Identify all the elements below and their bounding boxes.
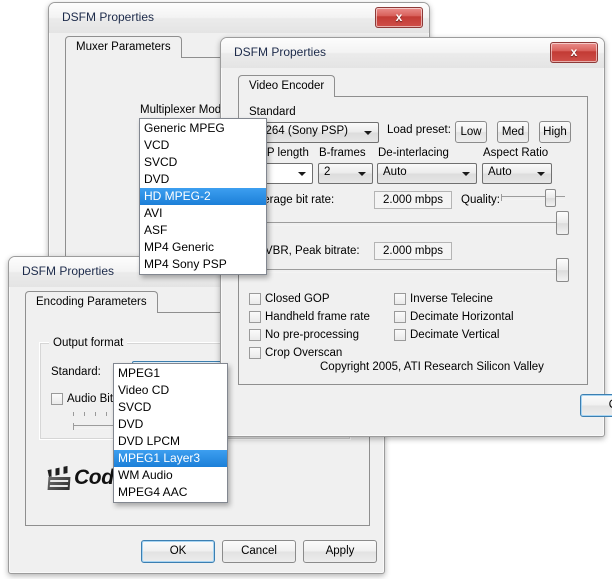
quality-slider-thumb[interactable]	[545, 189, 556, 207]
chevron-down-icon	[537, 172, 545, 176]
standard-option[interactable]: DVD	[114, 416, 227, 433]
multiplexer-mode-option[interactable]: MP4 Generic	[140, 239, 266, 256]
checkbox-decimate-vertical[interactable]: Decimate Vertical	[394, 329, 499, 342]
checkbox-inverse-telecine[interactable]: Inverse Telecine	[394, 293, 493, 306]
checkbox-crop-overscan[interactable]: Crop Overscan	[249, 347, 342, 360]
peak-bitrate-field[interactable]: 2.000 mbps	[374, 242, 452, 260]
quality-slider[interactable]	[501, 189, 565, 207]
peak-bitrate-slider-track	[249, 267, 569, 274]
titlebar-video[interactable]: DSFM Properties x	[221, 38, 604, 68]
standard-label: Standard	[249, 106, 296, 118]
bframes-value: 2	[324, 166, 331, 178]
multiplexer-mode-dropdown-list[interactable]: Generic MPEG VCD SVCD DVD HD MPEG-2 AVI ASF MP4…	[139, 118, 267, 275]
load-preset-label: Load preset:	[387, 124, 451, 136]
standard-option[interactable]: DVD LPCM	[114, 433, 227, 450]
aspect-ratio-combo[interactable]: Auto	[482, 163, 552, 184]
preset-high-button[interactable]: High	[539, 121, 571, 143]
apply-button-encoding[interactable]: Apply	[303, 540, 377, 563]
peak-bitrate-slider-thumb[interactable]	[556, 258, 569, 282]
multiplexer-mode-option[interactable]: HD MPEG-2	[140, 188, 266, 205]
multiplexer-mode-option[interactable]: AVI	[140, 205, 266, 222]
average-bitrate-slider[interactable]	[249, 211, 569, 235]
chevron-down-icon	[358, 172, 366, 176]
close-icon[interactable]: x	[550, 42, 598, 63]
average-bitrate-slider-thumb[interactable]	[556, 211, 569, 235]
multiplexer-mode-option[interactable]: ASF	[140, 222, 266, 239]
tabhost-video: Video Encoder Standard H.264 (Sony PSP) …	[238, 75, 588, 385]
tab-muxer-parameters[interactable]: Muxer Parameters	[65, 36, 182, 58]
peak-bitrate-slider[interactable]	[249, 258, 569, 282]
multiplexer-mode-option[interactable]: MP4 Sony PSP	[140, 256, 266, 273]
tabbody-video: Standard H.264 (Sony PSP) Load preset: L…	[238, 96, 588, 385]
chevron-down-icon	[462, 172, 470, 176]
average-bitrate-field[interactable]: 2.000 mbps	[374, 191, 452, 209]
output-format-title: Output format	[49, 337, 128, 349]
chevron-down-icon	[298, 172, 306, 176]
standard-value: H.264 (Sony PSP)	[254, 125, 348, 137]
ok-button-encoding[interactable]: OK	[141, 540, 215, 563]
preset-low-button[interactable]: Low	[455, 121, 487, 143]
cancel-button-encoding[interactable]: Cancel	[222, 540, 296, 563]
window-title-muxer: DSFM Properties	[62, 10, 155, 24]
tab-video-encoder[interactable]: Video Encoder	[238, 75, 336, 97]
bframes-label: B-frames	[319, 147, 366, 159]
video-copyright: Copyright 2005, ATI Research Silicon Val…	[320, 361, 544, 373]
standard-option[interactable]: MPEG4 AAC	[114, 484, 227, 501]
preset-med-button[interactable]: Med	[497, 121, 529, 143]
window-title-encoding: DSFM Properties	[22, 264, 115, 278]
window-title-video: DSFM Properties	[234, 45, 327, 59]
deinterlacing-label: De-interlacing	[378, 147, 449, 159]
checkbox-decimate-horizontal[interactable]: Decimate Horizontal	[394, 311, 514, 324]
chevron-down-icon	[364, 131, 372, 135]
standard-option[interactable]: MPEG1	[114, 365, 227, 382]
bframes-combo[interactable]: 2	[318, 163, 373, 184]
standard-label: Standard:	[51, 366, 101, 378]
checkbox-handheld-frame-rate[interactable]: Handheld frame rate	[249, 311, 370, 324]
titlebar-muxer[interactable]: DSFM Properties x	[49, 3, 429, 33]
standard-option[interactable]: Video CD	[114, 382, 227, 399]
window-video-encoder-properties[interactable]: DSFM Properties x Video Encoder Standard…	[220, 37, 612, 437]
aspect-ratio-label: Aspect Ratio	[483, 147, 549, 159]
ok-button-video[interactable]: OK	[580, 394, 612, 417]
multiplexer-mode-label: Multiplexer Mode:	[140, 104, 231, 116]
multiplexer-mode-option[interactable]: DVD	[140, 171, 266, 188]
close-icon[interactable]: x	[375, 7, 423, 28]
deinterlacing-value: Auto	[383, 166, 407, 178]
clapperboard-icon	[47, 465, 72, 490]
multiplexer-mode-option[interactable]: SVCD	[140, 154, 266, 171]
standard-option[interactable]: SVCD	[114, 399, 227, 416]
quality-label: Quality:	[461, 194, 500, 206]
standard-dropdown-list[interactable]: MPEG1 Video CD SVCD DVD DVD LPCM MPEG1 Layer3…	[113, 363, 228, 503]
standard-option[interactable]: WM Audio	[114, 467, 227, 484]
checkbox-closed-gop[interactable]: Closed GOP	[249, 293, 330, 306]
standard-option[interactable]: MPEG1 Layer3	[114, 450, 227, 467]
deinterlacing-combo[interactable]: Auto	[377, 163, 477, 184]
multiplexer-mode-option[interactable]: VCD	[140, 137, 266, 154]
average-bitrate-slider-track	[249, 220, 569, 227]
multiplexer-mode-option[interactable]: Generic MPEG	[140, 120, 266, 137]
aspect-ratio-value: Auto	[488, 166, 512, 178]
checkbox-no-pre-processing[interactable]: No pre-processing	[249, 329, 359, 342]
tab-encoding-parameters[interactable]: Encoding Parameters	[25, 291, 158, 313]
standard-combo[interactable]: H.264 (Sony PSP)	[248, 122, 379, 143]
